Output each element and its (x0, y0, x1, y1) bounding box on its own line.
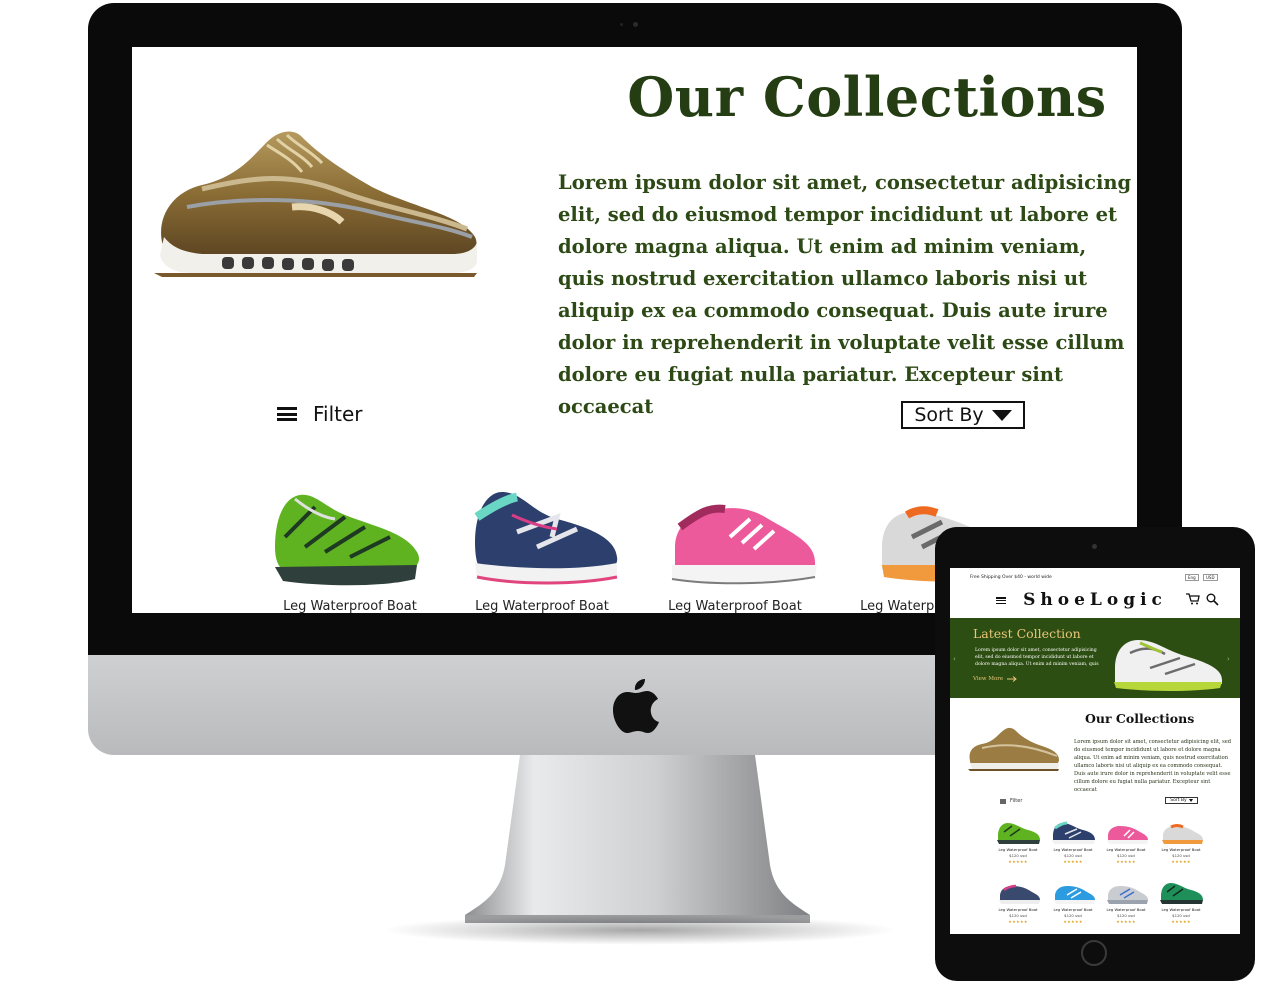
banner-title: Latest Collection (973, 626, 1081, 641)
imac-shadow (380, 915, 900, 945)
product-name: Leg Waterproof Boat (668, 599, 802, 613)
product-card[interactable]: Leg Waterproof Boat $120 usd ★★★★★ (1098, 818, 1154, 874)
product-name: Leg Waterproof Boat (283, 599, 417, 613)
hamburger-icon[interactable] (996, 597, 1006, 604)
product-card[interactable]: Leg Waterproof Boat $120 usd ★★★★★ (1045, 818, 1101, 874)
imac-camera (633, 22, 638, 27)
hamburger-icon (277, 407, 297, 421)
filter-button[interactable]: Filter (277, 402, 363, 426)
product-card[interactable]: Leg Waterproof Boat $120 usd ★★★★★ (990, 818, 1046, 874)
banner-shoe-image (1114, 640, 1222, 691)
collections-title: Our Collections (627, 65, 1107, 129)
tablet-screen: Free Shipping Over $40 - world wide Eng … (950, 568, 1240, 934)
cart-icon[interactable] (1186, 593, 1200, 605)
product-name: Leg Waterproof Boat (998, 907, 1038, 912)
currency-select[interactable]: USD (1203, 574, 1218, 581)
imac-sensor (620, 23, 623, 26)
product-card[interactable]: Leg Waterproof Boat $120 usd ★★★★★ (1098, 878, 1154, 934)
shipping-notice: Free Shipping Over $40 - world wide (970, 575, 1052, 580)
brand-logo[interactable]: ShoeLogic (1020, 590, 1170, 610)
collection-shoe-image (968, 727, 1059, 771)
product-rating: ★★★★★ (1116, 859, 1136, 864)
product-name: Leg Waterproof Boat (1106, 907, 1146, 912)
product-rating: ★★★★★ (1063, 919, 1083, 924)
apple-logo-icon (613, 679, 659, 733)
product-card[interactable]: Leg Waterproof Boat $120 usd ★★★★★ (1045, 878, 1101, 934)
product-price: $120 usd (1064, 913, 1082, 918)
imac-stand (465, 755, 810, 923)
hero-banner: ‹ › Latest Collection Lorem ipsum dolor … (950, 618, 1240, 698)
product-card[interactable]: Leg Waterproof Boat (457, 477, 627, 613)
product-name: Leg Waterproof Boat (475, 599, 609, 613)
product-image (474, 492, 618, 585)
home-button[interactable] (1081, 940, 1107, 966)
collections-description: Lorem ipsum dolor sit amet, consectetur … (1074, 739, 1232, 793)
product-image (1052, 821, 1095, 844)
caret-down-icon (991, 409, 1012, 421)
sort-by-dropdown[interactable]: Sort By (1165, 797, 1198, 804)
product-rating: ★★★★★ (1171, 919, 1191, 924)
product-image (275, 494, 420, 586)
product-price: $120 usd (1117, 853, 1135, 858)
product-name: Leg Waterproof Boat (1053, 847, 1093, 852)
filter-label: Filter (1010, 798, 1023, 804)
top-bar: Free Shipping Over $40 - world wide Eng … (950, 568, 1240, 590)
filter-label: Filter (313, 402, 363, 426)
banner-text: Lorem ipsum dolor sit amet, consectetur … (975, 648, 1099, 667)
sort-label: Sort By (1170, 798, 1187, 803)
product-card[interactable]: Leg Waterproof Boat (650, 477, 820, 613)
filter-button[interactable]: Filter (1000, 798, 1022, 804)
product-name: Leg Waterproof Boat (1053, 907, 1093, 912)
tablet-camera (1092, 544, 1097, 549)
sort-label: Sort By (914, 404, 984, 426)
hamburger-icon (1000, 798, 1006, 804)
product-price: $120 usd (1064, 853, 1082, 858)
sort-by-dropdown[interactable]: Sort By (901, 401, 1025, 429)
product-price: $120 usd (1009, 913, 1027, 918)
arrow-right-icon (1007, 676, 1017, 682)
product-name: Leg Waterproof Boat (1161, 847, 1201, 852)
product-name: Leg Waterproof Boat (1106, 847, 1146, 852)
product-image (999, 884, 1040, 904)
product-price: $120 usd (1172, 853, 1190, 858)
product-card[interactable]: Leg Waterproof Boat $120 usd ★★★★★ (1153, 818, 1209, 874)
search-icon[interactable] (1206, 593, 1219, 606)
caret-down-icon (1188, 799, 1193, 802)
product-price: $120 usd (1172, 913, 1190, 918)
product-image (1160, 883, 1203, 904)
view-more-label: View More (973, 676, 1004, 682)
product-image (1107, 826, 1148, 844)
product-image (1054, 886, 1095, 904)
product-price: $120 usd (1117, 913, 1135, 918)
product-rating: ★★★★★ (1008, 859, 1028, 864)
product-name: Leg Waterproof Boat (998, 847, 1038, 852)
chevron-left-icon[interactable]: ‹ (953, 655, 956, 663)
view-more-link[interactable]: View More (973, 676, 1017, 682)
product-name: Leg Waterproof Boat (1161, 907, 1201, 912)
collections-title: Our Collections (1085, 711, 1195, 726)
product-image (1162, 824, 1203, 844)
product-rating: ★★★★★ (1116, 919, 1136, 924)
collections-description: Lorem ipsum dolor sit amet, consectetur … (558, 171, 1132, 418)
product-image (671, 504, 817, 585)
product-rating: ★★★★★ (1063, 859, 1083, 864)
product-rating: ★★★★★ (1171, 859, 1191, 864)
product-card[interactable]: Leg Waterproof Boat (265, 477, 435, 613)
product-rating: ★★★★★ (1008, 919, 1028, 924)
product-card[interactable]: Leg Waterproof Boat $120 usd ★★★★★ (990, 878, 1046, 934)
hero-shoe-image (154, 131, 477, 277)
product-image (997, 823, 1040, 844)
chevron-right-icon[interactable]: › (1227, 655, 1230, 663)
language-select[interactable]: Eng (1185, 574, 1199, 581)
product-price: $120 usd (1009, 853, 1027, 858)
product-image (1107, 886, 1148, 904)
product-card[interactable]: Leg Waterproof Boat $120 usd ★★★★★ (1153, 878, 1209, 934)
